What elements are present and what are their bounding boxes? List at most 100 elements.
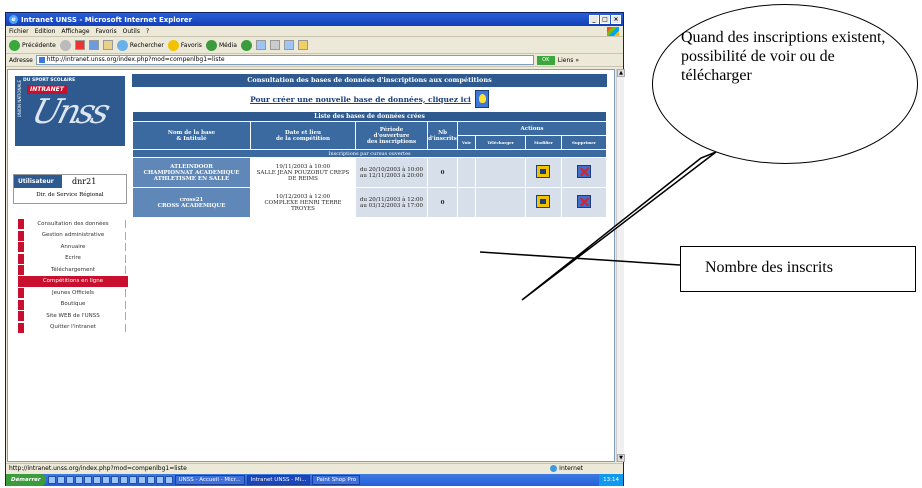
task-unss-accueil[interactable]: UNSS - Accueil - Micr... [174, 475, 245, 485]
folder-icon[interactable] [297, 40, 308, 50]
cell-name-line: CHAMPIONNAT ACADEMIQUE [143, 169, 240, 176]
cell-period-line: du 20/10/2003 à 10:00 [359, 166, 424, 173]
clock: 13:14 [603, 477, 619, 483]
quicklaunch-icon[interactable] [164, 476, 173, 484]
refresh-icon[interactable] [88, 40, 99, 50]
forward-button[interactable] [59, 39, 71, 51]
cell-date-line: TROYES [291, 205, 315, 212]
logo-top-text: DU SPORT SCOLAIRE [23, 78, 76, 83]
quicklaunch-icon[interactable] [47, 476, 56, 484]
unss-logo: DU SPORT SCOLAIRE UNION NATIONALE INTRAN… [15, 76, 125, 146]
quicklaunch-icon[interactable] [56, 476, 65, 484]
mail-icon[interactable] [255, 40, 266, 50]
nav-item-site-web[interactable]: Site WEB de l'UNSS [18, 310, 128, 322]
stop-icon[interactable] [74, 40, 85, 50]
quicklaunch-icon[interactable] [146, 476, 155, 484]
quicklaunch-icon[interactable] [65, 476, 74, 484]
menu-affichage[interactable]: Affichage [61, 28, 89, 35]
page-title: Consultation des bases de données d'insc… [132, 74, 607, 87]
scroll-up-arrow-icon[interactable]: ▲ [617, 69, 625, 77]
menu-fichier[interactable]: Fichier [9, 28, 29, 35]
cell-period-line: du 20/11/2003 à 12:00 [359, 196, 424, 203]
cell-name[interactable]: ATLEINDOOR CHAMPIONNAT ACADEMIQUE ATHLET… [132, 157, 251, 188]
scroll-down-arrow-icon[interactable]: ▼ [617, 454, 625, 462]
quicklaunch-icon[interactable] [83, 476, 92, 484]
nav-item-gestion[interactable]: Gestion administrative [18, 230, 128, 242]
menu-edition[interactable]: Edition [35, 28, 56, 35]
create-database-link[interactable]: Pour créer une nouvelle base de données,… [250, 95, 471, 104]
cell-name-line: ATHLETISME EN SALLE [153, 175, 230, 182]
start-button[interactable]: Démarrer [6, 474, 46, 486]
nav-separator [125, 266, 126, 274]
col-header-period: Période d'ouverture des inscriptions [355, 121, 428, 150]
nav-separator [125, 254, 126, 263]
history-icon[interactable] [240, 39, 252, 51]
user-name: dnr21 [72, 177, 97, 186]
vertical-scrollbar[interactable]: ▲ ▼ [616, 69, 625, 462]
minimize-button[interactable]: _ [589, 15, 599, 24]
nav-item-ecrire[interactable]: Ecrire [18, 253, 128, 265]
status-bar: http://intranet.unss.org/index.php?mod=c… [6, 463, 623, 473]
cell-name[interactable]: cross21 CROSS ACADEMIQUE [132, 187, 251, 218]
media-button[interactable]: Média [205, 39, 237, 51]
quicklaunch-icon[interactable] [92, 476, 101, 484]
browser-window: e Intranet UNSS - Microsoft Internet Exp… [5, 12, 625, 486]
quicklaunch-icon[interactable] [119, 476, 128, 484]
task-paint-shop-pro[interactable]: Paint Shop Pro [312, 475, 361, 485]
print-icon[interactable] [269, 40, 280, 50]
nav-item-consultation[interactable]: Consultation des données [18, 218, 128, 230]
nav-item-boutique[interactable]: Boutique [18, 299, 128, 311]
nav-separator [125, 312, 126, 320]
favorites-label: Favoris [180, 41, 202, 49]
quicklaunch-icon[interactable] [74, 476, 83, 484]
cell-period: du 20/10/2003 à 10:00 au 12/11/2003 à 20… [355, 157, 428, 188]
menu-favoris[interactable]: Favoris [96, 28, 117, 35]
quicklaunch-icon[interactable] [110, 476, 119, 484]
nav-label: Téléchargement [50, 266, 96, 273]
maximize-button[interactable]: □ [600, 15, 610, 24]
window-controls: _ □ × [589, 15, 621, 24]
nav-item-jeunes-officiels[interactable]: Jeunes Officiels [18, 287, 128, 299]
modify-icon[interactable] [536, 165, 551, 178]
close-button[interactable]: × [611, 15, 621, 24]
menu-help[interactable]: ? [146, 28, 149, 35]
left-navigation: DU SPORT SCOLAIRE UNION NATIONALE INTRAN… [8, 70, 128, 461]
favorites-button[interactable]: Favoris [167, 39, 202, 51]
quicklaunch-icon[interactable] [101, 476, 110, 484]
go-button[interactable]: OK [536, 55, 555, 65]
delete-icon[interactable] [577, 195, 591, 208]
nav-item-quitter[interactable]: Quitter l'intranet [18, 322, 128, 334]
nav-marker [18, 299, 24, 310]
quicklaunch-icon[interactable] [137, 476, 146, 484]
quicklaunch-icon[interactable] [155, 476, 164, 484]
back-button[interactable]: Précédente [9, 39, 56, 51]
table-row: cross21 CROSS ACADEMIQUE 10/12/2003 à 12… [132, 187, 607, 218]
task-intranet-unss[interactable]: Intranet UNSS - Mi... [246, 475, 311, 485]
modify-icon[interactable] [536, 195, 551, 208]
nav-label: Jeunes Officiels [52, 289, 94, 296]
delete-icon[interactable] [577, 165, 591, 178]
search-button[interactable]: Rechercher [116, 39, 164, 51]
col-header-date: Date et lieu de la compétition [250, 121, 356, 150]
links-button[interactable]: Liens » [558, 57, 579, 64]
lightbulb-icon[interactable] [474, 90, 489, 108]
edit-icon[interactable] [283, 40, 294, 50]
menu-outils[interactable]: Outils [123, 28, 140, 35]
nav-item-telechargement[interactable]: Téléchargement [18, 264, 128, 276]
quicklaunch-icon[interactable] [128, 476, 137, 484]
status-url: http://intranet.unss.org/index.php?mod=c… [9, 465, 187, 472]
screenshot-stage: e Intranet UNSS - Microsoft Internet Exp… [0, 0, 922, 488]
nav-item-annuaire[interactable]: Annuaire [18, 241, 128, 253]
col-header-period-line: des inscriptions [366, 138, 417, 145]
address-input[interactable]: http://intranet.unss.org/index.php?mod=c… [35, 55, 534, 65]
cell-period: du 20/11/2003 à 12:00 au 03/12/2003 à 17… [355, 187, 428, 218]
nav-item-competitions[interactable]: Compétitions en ligne [18, 275, 128, 287]
back-arrow-icon [9, 39, 20, 51]
col-header-voir: Voir [456, 135, 477, 150]
nav-marker [18, 230, 24, 241]
address-label: Adresse [9, 56, 33, 64]
nav-marker [18, 288, 24, 298]
home-icon[interactable] [102, 40, 113, 50]
cell-supprimer [561, 157, 607, 188]
nav-separator [125, 220, 126, 228]
